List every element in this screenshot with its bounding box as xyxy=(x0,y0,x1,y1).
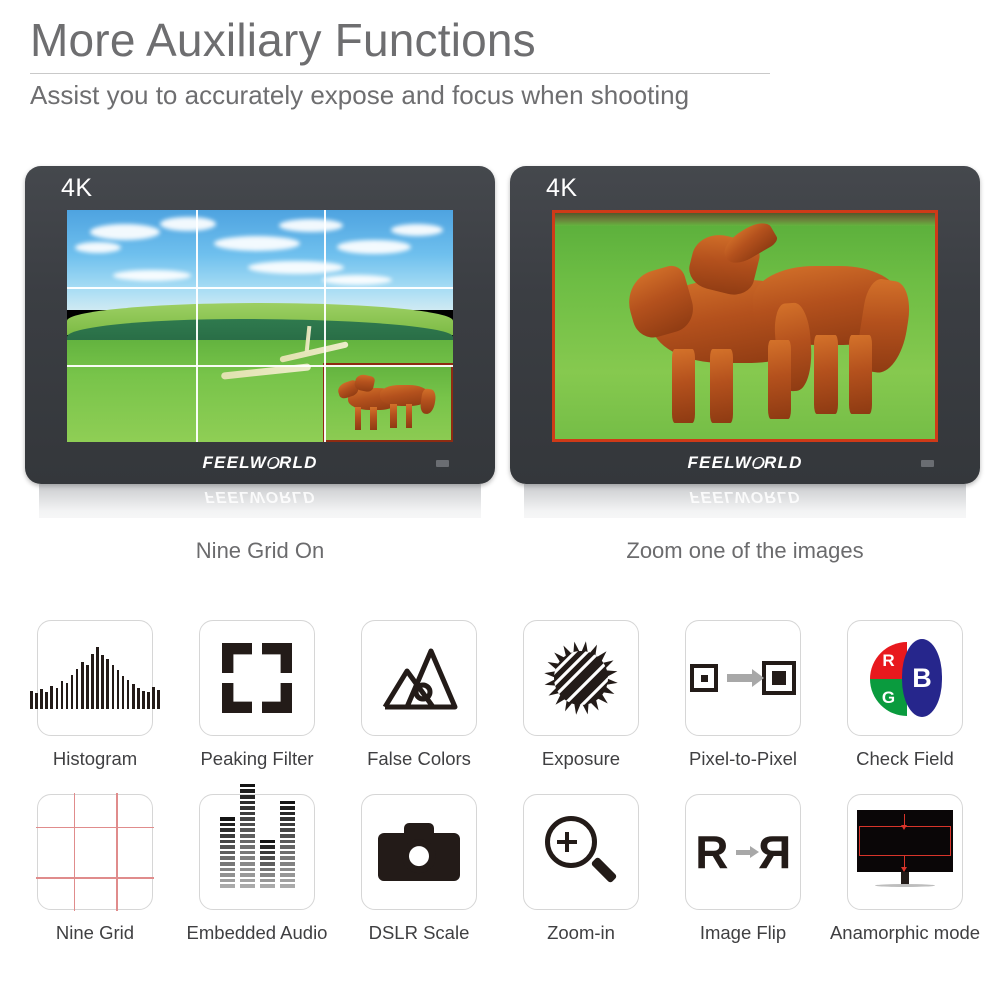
feelworld-logo: FEELW RLD xyxy=(687,453,803,472)
feature-label: Nine Grid xyxy=(55,922,135,943)
zebra-sun-svg xyxy=(544,641,618,715)
horse-leg xyxy=(768,339,792,419)
horse-leg xyxy=(849,335,873,415)
cloud xyxy=(248,261,345,275)
audio-meter-column xyxy=(239,783,255,888)
feature-histogram[interactable]: Histogram xyxy=(25,620,165,770)
letter-mirrored: R xyxy=(757,826,791,878)
cloud xyxy=(321,274,392,285)
anamorphic-mode-icon xyxy=(847,794,963,910)
embedded-audio-icon xyxy=(199,783,315,910)
audio-meter-column xyxy=(279,800,295,888)
monitor-body: 4K FEELW RLD xyxy=(510,166,980,484)
feature-anamorphic-mode[interactable]: Anamorphic mode xyxy=(830,794,980,944)
monitor-reflection: FEELWORLD xyxy=(39,484,481,518)
feature-label: Embedded Audio xyxy=(186,922,328,943)
cloud xyxy=(159,216,216,231)
logo-o-glyph xyxy=(265,457,281,469)
horse-leg xyxy=(355,407,362,430)
feature-label: DSLR Scale xyxy=(368,922,470,943)
cloud xyxy=(90,223,161,240)
monitor-zoomed: 4K FEELW RLD FEELWORLD Zoom one of the i… xyxy=(510,166,980,563)
source-pixel-square xyxy=(690,664,718,692)
peaking-filter-icon xyxy=(199,620,315,736)
feature-row-1: Histogram Peaking Filter False Colors Ex… xyxy=(25,620,975,770)
page-title: More Auxiliary Functions xyxy=(30,14,536,66)
feature-nine-grid[interactable]: Nine Grid xyxy=(25,793,165,944)
arrow-right-icon xyxy=(735,845,759,858)
horse-leg xyxy=(405,404,412,428)
feature-embedded-audio[interactable]: Embedded Audio xyxy=(186,783,328,944)
grassland-photo xyxy=(67,210,453,442)
monitor-screen xyxy=(67,210,453,442)
audio-meter-column xyxy=(259,839,275,888)
feature-label: Image Flip xyxy=(699,922,787,943)
badge-4k: 4K xyxy=(61,174,93,202)
feature-false-colors[interactable]: False Colors xyxy=(349,620,489,770)
horse-leg xyxy=(814,335,838,415)
monitor-bezel-bottom: FEELW RLD xyxy=(510,444,980,484)
cloud xyxy=(391,223,444,236)
reflected-logo: FEELWORLD xyxy=(689,488,801,505)
feature-label: Zoom-in xyxy=(547,922,615,943)
monitor-reflection: FEELWORLD xyxy=(524,484,966,518)
horse-leg xyxy=(370,407,377,430)
horses-inset-photo xyxy=(325,365,451,440)
sensor-indicator xyxy=(436,460,449,467)
letter-normal: R xyxy=(695,826,729,878)
monitor-body: 4K FEELW RLD xyxy=(25,166,495,484)
sensor-indicator xyxy=(921,460,934,467)
feature-label: Peaking Filter xyxy=(200,748,314,769)
feature-label: Exposure xyxy=(541,748,621,769)
feature-image-flip[interactable]: R R Image Flip xyxy=(673,794,813,944)
feature-check-field[interactable]: R G B Check Field xyxy=(835,620,975,770)
feature-grid: Histogram Peaking Filter False Colors Ex… xyxy=(25,620,980,968)
feelworld-logo: FEELW RLD xyxy=(202,453,318,472)
image-flip-icon: R R xyxy=(685,794,801,910)
feature-pixel-to-pixel[interactable]: Pixel-to-Pixel xyxy=(673,620,813,770)
reflected-logo: FEELWORLD xyxy=(204,488,316,505)
badge-4k: 4K xyxy=(546,174,578,202)
feature-row-2: Nine Grid Embedded Audio DSLR Scale Zoom… xyxy=(25,783,980,944)
monitor-caption-right: Zoom one of the images xyxy=(626,538,864,563)
feature-label: Histogram xyxy=(52,748,138,769)
feature-exposure[interactable]: Exposure xyxy=(511,620,651,770)
mountains-svg xyxy=(382,648,458,710)
feature-zoom-in[interactable]: Zoom-in xyxy=(511,794,651,944)
target-pixel-square xyxy=(762,661,796,695)
feature-label: Pixel-to-Pixel xyxy=(689,748,797,769)
cloud xyxy=(213,235,300,251)
logo-o-glyph xyxy=(750,457,766,469)
page-subtitle: Assist you to accurately expose and focu… xyxy=(30,79,690,110)
pixel-to-pixel-icon xyxy=(685,620,801,736)
horse-leg xyxy=(671,349,695,424)
feature-dslr-scale[interactable]: DSLR Scale xyxy=(349,794,489,944)
check-field-blue: B xyxy=(902,639,942,717)
horse-leg xyxy=(710,349,734,424)
arrow-right-icon xyxy=(727,669,764,687)
exposure-icon xyxy=(523,620,639,736)
horse-tail xyxy=(419,388,437,416)
monitor-nine-grid: 4K FEELW RLD FEELWORLD Nine Grid On xyxy=(25,166,495,563)
histogram-icon xyxy=(30,620,160,736)
feature-label: False Colors xyxy=(367,748,471,769)
zoom-in-icon xyxy=(523,794,639,910)
feature-peaking-filter[interactable]: Peaking Filter xyxy=(187,620,327,770)
monitor-screen xyxy=(552,210,938,442)
horse-leg xyxy=(390,404,397,428)
check-field-icon: R G B xyxy=(847,620,963,736)
dslr-scale-icon xyxy=(361,794,477,910)
title-divider xyxy=(30,72,770,74)
feature-label: Anamorphic mode xyxy=(829,922,981,943)
horses-photo-full xyxy=(552,210,938,442)
monitor-bezel-bottom: FEELW RLD xyxy=(25,444,495,484)
monitor-caption-left: Nine Grid On xyxy=(195,538,325,563)
audio-meter-column xyxy=(219,817,235,888)
feature-label: Check Field xyxy=(856,748,954,769)
zoom-inset-region[interactable] xyxy=(322,363,453,442)
nine-grid-icon xyxy=(36,793,154,911)
false-colors-icon xyxy=(361,620,477,736)
page-header: More Auxiliary Functions Assist you to a… xyxy=(30,14,770,111)
background-strip xyxy=(552,210,938,227)
